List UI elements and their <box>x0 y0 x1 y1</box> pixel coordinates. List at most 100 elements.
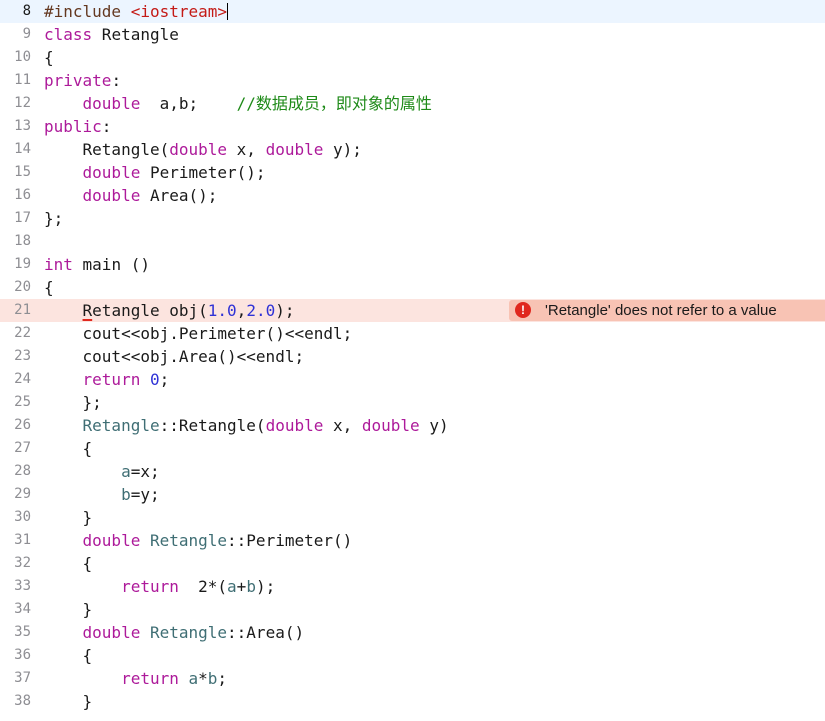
code-text[interactable]: } <box>44 598 93 621</box>
code-line-34[interactable]: 34 } <box>0 598 825 621</box>
code-line-36[interactable]: 36 { <box>0 644 825 667</box>
code-text[interactable]: double Retangle::Area() <box>44 621 305 644</box>
code-text[interactable]: double Retangle::Perimeter() <box>44 529 353 552</box>
code-line-31[interactable]: 31 double Retangle::Perimeter() <box>0 529 825 552</box>
code-text[interactable]: public: <box>44 115 111 138</box>
code-line-32[interactable]: 32 { <box>0 552 825 575</box>
code-line-9[interactable]: 9 class Retangle <box>0 23 825 46</box>
line-number[interactable]: 37 <box>0 667 31 690</box>
code-token: a <box>121 462 131 481</box>
code-text[interactable]: { <box>44 644 93 667</box>
line-number[interactable]: 11 <box>0 69 31 92</box>
code-line-27[interactable]: 27 { <box>0 437 825 460</box>
code-token: Retangle <box>149 531 228 550</box>
code-text[interactable]: cout<<obj.Area()<<endl; <box>44 345 305 368</box>
code-line-25[interactable]: 25 }; <box>0 391 825 414</box>
code-text[interactable]: }; <box>44 391 102 414</box>
code-text[interactable]: Retangle obj(1.0,2.0); <box>44 299 295 322</box>
code-text[interactable]: double Perimeter(); <box>44 161 266 184</box>
code-line-35[interactable]: 35 double Retangle::Area() <box>0 621 825 644</box>
line-number[interactable]: 22 <box>0 322 31 345</box>
code-text[interactable]: } <box>44 690 93 713</box>
line-number[interactable]: 14 <box>0 138 31 161</box>
line-number[interactable]: 9 <box>0 23 31 46</box>
code-text[interactable]: a=x; <box>44 460 160 483</box>
code-line-20[interactable]: 20 { <box>0 276 825 299</box>
line-number[interactable]: 32 <box>0 552 31 575</box>
code-editor[interactable]: 8 #include <iostream> 9 class Retangle 10 {11… <box>0 0 825 721</box>
line-number[interactable]: 18 <box>0 230 31 253</box>
code-line-8[interactable]: 8 #include <iostream> <box>0 0 825 23</box>
code-line-14[interactable]: 14 Retangle(double x, double y); <box>0 138 825 161</box>
line-number[interactable]: 8 <box>0 0 31 23</box>
code-line-16[interactable]: 16 double Area(); <box>0 184 825 207</box>
code-line-24[interactable]: 24 return 0; <box>0 368 825 391</box>
line-number[interactable]: 17 <box>0 207 31 230</box>
line-number[interactable]: 24 <box>0 368 31 391</box>
error-diagnostic-bubble[interactable]: ! 'Retangle' does not refer to a value <box>509 300 825 321</box>
code-text[interactable]: b=y; <box>44 483 160 506</box>
line-number[interactable]: 23 <box>0 345 31 368</box>
code-line-21[interactable]: 21 Retangle obj(1.0,2.0); ! 'Retangle' doe… <box>0 299 825 322</box>
code-text[interactable]: Retangle(double x, double y); <box>44 138 362 161</box>
code-line-15[interactable]: 15 double Perimeter(); <box>0 161 825 184</box>
code-text[interactable]: class Retangle <box>44 23 179 46</box>
line-number[interactable]: 16 <box>0 184 31 207</box>
code-line-38[interactable]: 38 } <box>0 690 825 713</box>
code-line-29[interactable]: 29 b=y; <box>0 483 825 506</box>
code-line-18[interactable]: 18 <box>0 230 825 253</box>
line-number[interactable]: 21 <box>0 299 31 322</box>
code-text[interactable]: return 0; <box>44 368 170 391</box>
error-icon[interactable]: ! <box>515 302 531 318</box>
code-line-10[interactable]: 10 { <box>0 46 825 69</box>
line-number[interactable]: 28 <box>0 460 31 483</box>
code-text[interactable]: return a*b; <box>44 667 227 690</box>
line-number[interactable]: 10 <box>0 46 31 69</box>
code-text[interactable]: double a,b; //数据成员，即对象的属性 <box>44 92 432 115</box>
line-number[interactable]: 12 <box>0 92 31 115</box>
code-line-28[interactable]: 28 a=x; <box>0 460 825 483</box>
code-text[interactable]: { <box>44 437 93 460</box>
code-text[interactable]: { <box>44 276 54 299</box>
code-line-12[interactable]: 12 double a,b; //数据成员，即对象的属性 <box>0 92 825 115</box>
line-number[interactable]: 20 <box>0 276 31 299</box>
code-text[interactable]: #include <iostream> <box>44 0 229 23</box>
line-number[interactable]: 38 <box>0 690 31 713</box>
code-line-33[interactable]: 33 return 2*(a+b); <box>0 575 825 598</box>
line-number[interactable]: 13 <box>0 115 31 138</box>
code-line-19[interactable]: 19 int main () <box>0 253 825 276</box>
code-text[interactable]: }; <box>44 207 63 230</box>
code-line-13[interactable]: 13 public: <box>0 115 825 138</box>
line-number[interactable]: 30 <box>0 506 31 529</box>
code-text[interactable]: Retangle::Retangle(double x, double y) <box>44 414 449 437</box>
line-number[interactable]: 33 <box>0 575 31 598</box>
code-text[interactable]: { <box>44 552 93 575</box>
code-line-30[interactable]: 30 } <box>0 506 825 529</box>
code-text[interactable]: private: <box>44 69 121 92</box>
code-line-37[interactable]: 37 return a*b; <box>0 667 825 690</box>
code-line-23[interactable]: 23 cout<<obj.Area()<<endl; <box>0 345 825 368</box>
code-text[interactable]: } <box>44 506 93 529</box>
code-text[interactable]: int main () <box>44 253 150 276</box>
line-number[interactable]: 29 <box>0 483 31 506</box>
code-line-22[interactable]: 22 cout<<obj.Perimeter()<<endl; <box>0 322 825 345</box>
line-number[interactable]: 31 <box>0 529 31 552</box>
code-text[interactable]: cout<<obj.Perimeter()<<endl; <box>44 322 353 345</box>
code-line-17[interactable]: 17}; <box>0 207 825 230</box>
code-text[interactable]: double Area(); <box>44 184 218 207</box>
code-text[interactable]: { <box>44 46 54 69</box>
line-number[interactable]: 35 <box>0 621 31 644</box>
line-number[interactable]: 27 <box>0 437 31 460</box>
code-line-26[interactable]: 26 Retangle::Retangle(double x, double y… <box>0 414 825 437</box>
code-text[interactable]: return 2*(a+b); <box>44 575 275 598</box>
line-number[interactable]: 36 <box>0 644 31 667</box>
code-token: return <box>82 370 141 389</box>
code-line-11[interactable]: 11 private: <box>0 69 825 92</box>
line-number[interactable]: 25 <box>0 391 31 414</box>
line-number[interactable]: 34 <box>0 598 31 621</box>
line-number[interactable]: 26 <box>0 414 31 437</box>
line-number[interactable]: 19 <box>0 253 31 276</box>
line-number[interactable]: 15 <box>0 161 31 184</box>
